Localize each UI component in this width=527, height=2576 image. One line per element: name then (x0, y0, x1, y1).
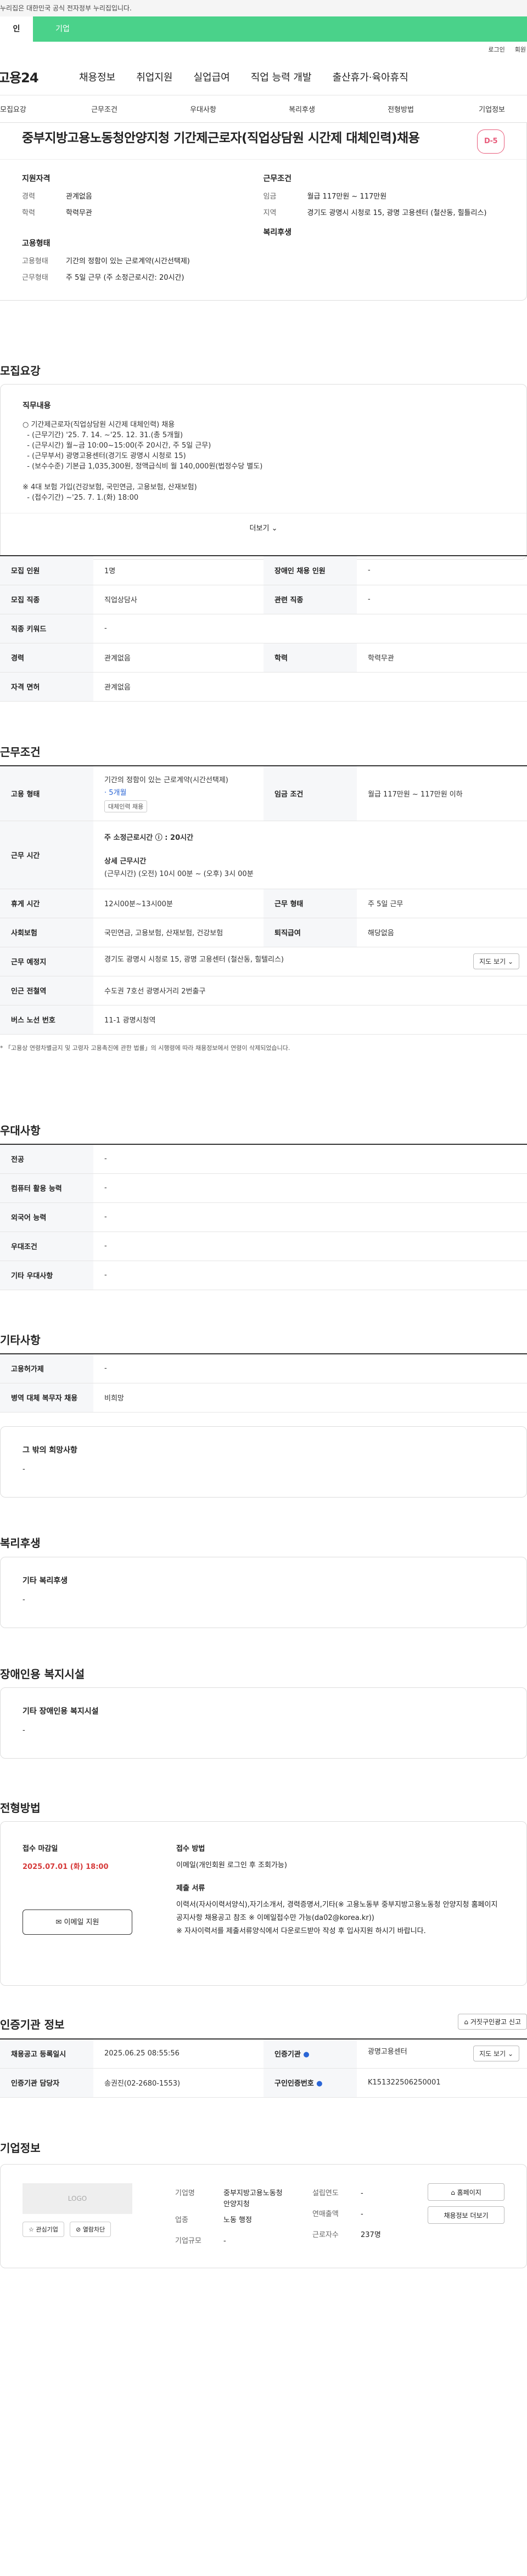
home-icon: ⌂ (464, 2018, 469, 2026)
section-tabs: 모집요강 근무조건 우대사항 복리후생 전형방법 기업정보 (0, 95, 527, 123)
table-row: 인증기관 담당자 송권진(02-2680-1553) 구인인증번호 ● K151322… (0, 2068, 527, 2098)
summary-row: 학력 학력무관 (22, 209, 92, 217)
map-button[interactable]: 지도 보기 ⌄ (473, 2046, 519, 2062)
gov-banner: 누리집은 대한민국 공식 전자정부 누리집입니다. (0, 0, 527, 16)
section-title-recruit: 모집요강 (0, 364, 41, 377)
duty-heading: 직무내용 (23, 402, 51, 410)
info-icon[interactable]: ● (316, 2080, 322, 2088)
welfare-box: 기타 복리후생 - (0, 1557, 527, 1628)
table-row: 경력 관계없음 학력 학력무관 (0, 643, 527, 673)
table-row: 근무 예정지 경기도 광명시 시청로 15, 광명 고용센터 (철산동, 힐텔리… (0, 947, 527, 976)
company-card: LOGO ☆ 관심기업 ⊘ 열람차단 기업명 중부지방고용노동청 안양지청 업종 노… (0, 2164, 527, 2268)
email-apply-button[interactable]: ✉ 이메일 지원 (23, 1910, 132, 1935)
job-summary-card: 중부지방고용노동청안양지청 기간제근로자(직업상담원 시간제 대체인력)채용 D… (0, 123, 527, 301)
summary-row: 근무형태 주 5일 근무 (주 소정근로시간: 20시간) (22, 274, 184, 282)
age-note: * 「고용상 연령차별금지 및 고령자 고용촉진에 관한 법률」의 시행령에 따… (0, 1044, 290, 1052)
welfare-heading: 복리후생 (263, 228, 292, 237)
section-title-selection: 전형방법 (0, 1801, 41, 1815)
section-title-etc: 기타사항 (0, 1334, 41, 1347)
job-title: 중부지방고용노동청안양지청 기간제근로자(직업상담원 시간제 대체인력)채용 D… (0, 123, 526, 154)
login-link[interactable]: 로그인 (488, 42, 504, 58)
more-button[interactable]: 더보기 ⌄ (1, 513, 526, 544)
main-nav: 고용24 채용정보 취업지원 실업급여 직업 능력 개발 출산휴가·육아휴직 (0, 58, 527, 95)
table-row: 모집 직종 직업상담사 관련 직종 - (0, 585, 527, 614)
other-wishes-box: 그 밖의 희망사항 - (0, 1426, 527, 1498)
table-row: 컴퓨터 활용 능력 - (0, 1173, 527, 1203)
nav-jobs[interactable]: 채용정보 (79, 70, 115, 84)
info-icon[interactable]: ● (303, 2050, 309, 2059)
section-title-welfare: 복리후생 (0, 1536, 41, 1550)
form-heading: 고용형태 (22, 239, 51, 248)
table-row: 고용 형태 기간의 정함이 있는 근로계약(시간선택제) · 5개월 대체인력 … (0, 766, 527, 821)
company-logo: LOGO (23, 2183, 132, 2214)
apply-card: 접수 마감일 2025.07.01 (화) 18:00 ✉ 이메일 지원 접수 … (0, 1821, 527, 1986)
tab-company[interactable]: 기업 (46, 16, 79, 42)
homepage-button[interactable]: ⌂ 홈페이지 (428, 2183, 504, 2201)
chevron-down-icon: ⌄ (271, 524, 278, 533)
nav-employment-support[interactable]: 취업지원 (136, 70, 172, 84)
block-company-button[interactable]: ⊘ 열람차단 (70, 2222, 111, 2237)
utility-links: 로그인 회원 (0, 42, 527, 58)
nav-leave[interactable]: 출산휴가·육아휴직 (333, 70, 408, 84)
table-row: 직종 키워드 - (0, 614, 527, 643)
recruit-table: 모집 인원 1명 장애인 채용 인원 - 모집 직종 직업상담사 관련 직종 - 직종 키워… (0, 555, 527, 702)
top-tab-bar: 인 기업 (0, 16, 527, 42)
section-title-disability: 장애인용 복지시설 (0, 1668, 85, 1681)
table-row: 인근 전철역 수도권 7호선 광명사거리 2번출구 (0, 976, 527, 1005)
tab-company[interactable]: 기업정보 (450, 104, 505, 114)
substitute-tag: 대체인력 채용 (104, 800, 148, 813)
section-title-cert: 인증기관 정보 (0, 2018, 65, 2031)
table-row: 고용허가제 - (0, 1354, 527, 1383)
duty-text: ○ 기간제근로자(직업상담원 시간제 대체인력) 채용 - (근무기간) '25… (23, 421, 263, 502)
nav-training[interactable]: 직업 능력 개발 (251, 70, 312, 84)
table-row: 사회보험 국민연금, 고용보험, 산재보험, 건강보험 퇴직급여 해당없음 (0, 918, 527, 947)
section-title-conditions: 근무조건 (0, 745, 41, 759)
table-row: 휴게 시간 12시00분~13시00분 근무 형태 주 5일 근무 (0, 889, 527, 918)
preferences-table: 전공 - 컴퓨터 활용 능력 - 외국어 능력 - 우대조건 - 기타 우대사항 - (0, 1144, 527, 1290)
dday-badge: D-5 (477, 129, 504, 154)
nav-unemployment[interactable]: 실업급여 (194, 70, 230, 84)
signup-link[interactable]: 회원 (515, 42, 526, 58)
table-row: 기타 우대사항 - (0, 1261, 527, 1290)
tab-conditions[interactable]: 근무조건 (55, 104, 154, 114)
table-row: 외국어 능력 - (0, 1202, 527, 1232)
table-row: 채용공고 등록일시 2025.06.25 08:55:56 인증기관 ● 광명고용센터… (0, 2039, 527, 2069)
summary-row: 임금 월급 117만원 ~ 117만원 (263, 193, 387, 201)
report-button[interactable]: ⌂ 거짓구인광고 신고 (458, 2014, 527, 2030)
site-logo[interactable]: 고용24 (0, 67, 58, 86)
summary-row: 경력 관계없음 (22, 193, 92, 201)
duty-card: 직무내용 ○ 기간제근로자(직업상담원 시간제 대체인력) 채용 - (근무기간… (0, 384, 527, 560)
table-row: 전공 - (0, 1144, 527, 1174)
section-title-preferences: 우대사항 (0, 1124, 41, 1137)
favorite-company-button[interactable]: ☆ 관심기업 (23, 2222, 64, 2237)
deadline-value: 2025.07.01 (화) 18:00 (23, 1863, 109, 1871)
table-row: 근무 시간 주 소정근로시간 ⓘ : 20시간 상세 근무시간 (근무시간) (… (0, 821, 527, 889)
section-title-company: 기업정보 (0, 2142, 41, 2155)
conditions-table: 고용 형태 기간의 정함이 있는 근로계약(시간선택제) · 5개월 대체인력 … (0, 765, 527, 1035)
table-row: 병역 대체 복무자 채용 비희망 (0, 1383, 527, 1413)
cert-table: 채용공고 등록일시 2025.06.25 08:55:56 인증기관 ● 광명고용센터… (0, 2038, 527, 2098)
tab-preferences[interactable]: 우대사항 (154, 104, 253, 114)
tab-welfare[interactable]: 복리후생 (253, 104, 351, 114)
tab-recruit[interactable]: 모집요강 (0, 104, 55, 114)
tab-individual[interactable]: 인 (0, 16, 33, 42)
mail-icon: ✉ (55, 1918, 62, 1927)
home-icon: ⌂ (451, 2189, 455, 2196)
map-button[interactable]: 지도 보기 ⌄ (473, 953, 519, 969)
cond-heading: 근무조건 (263, 174, 292, 183)
summary-row: 지역 경기도 광명시 시청로 15, 광명 고용센터 (철산동, 힐틀리스) (263, 209, 487, 217)
table-row: 모집 인원 1명 장애인 채용 인원 - (0, 556, 527, 585)
etc-table: 고용허가제 - 병역 대체 복무자 채용 비희망 (0, 1353, 527, 1413)
table-row: 자격 면허 관계없음 (0, 672, 527, 702)
disability-box: 기타 장애인용 복지시설 - (0, 1687, 527, 1759)
summary-row: 고용형태 기간의 정함이 있는 근로계약(시간선택제) (22, 257, 190, 265)
table-row: 우대조건 - (0, 1231, 527, 1261)
table-row: 버스 노선 번호 11-1 광명시청역 (0, 1005, 527, 1035)
block-icon: ⊘ (76, 2226, 81, 2233)
tab-selection[interactable]: 전형방법 (351, 104, 450, 114)
star-icon: ☆ (29, 2226, 34, 2233)
more-jobs-button[interactable]: 채용정보 더보기 (428, 2206, 504, 2224)
qual-heading: 지원자격 (22, 174, 51, 183)
